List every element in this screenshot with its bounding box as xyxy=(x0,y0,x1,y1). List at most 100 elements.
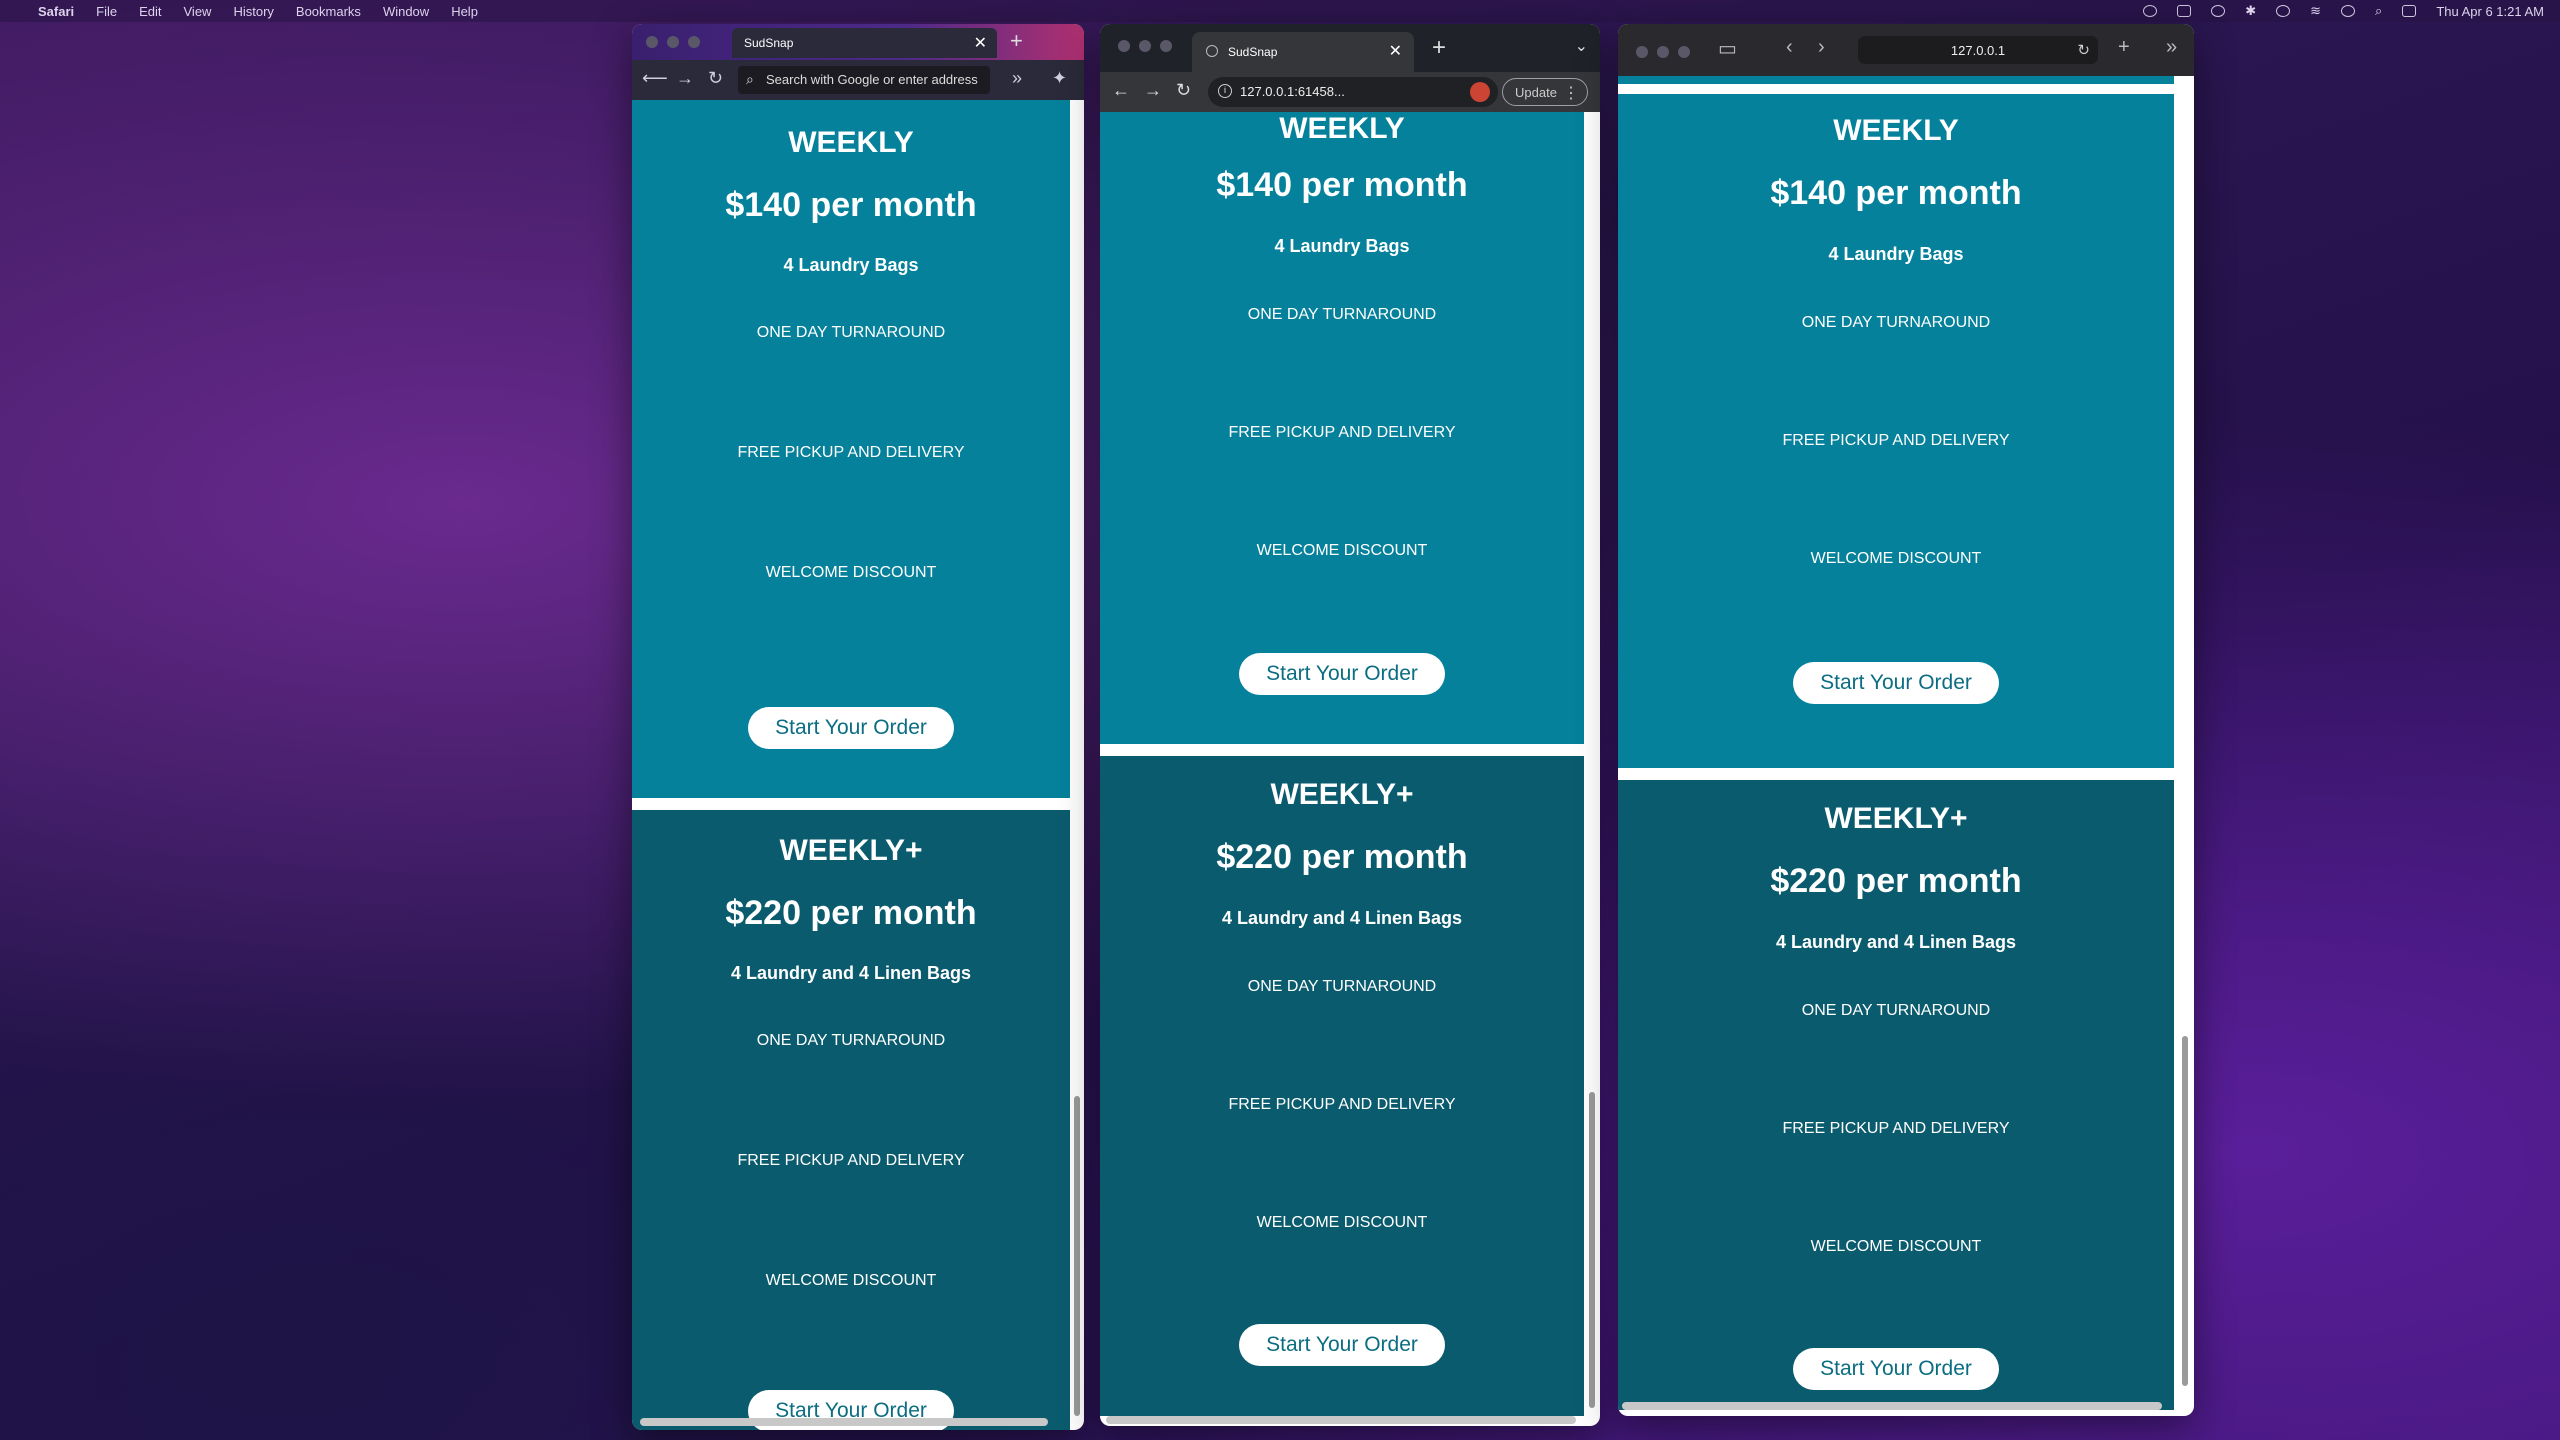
close-window-button[interactable] xyxy=(646,36,658,48)
menu-history[interactable]: History xyxy=(233,4,273,19)
chrome-toolbar: ← → ↻ i 127.0.0.1:61458... Update ⋮ xyxy=(1100,72,1600,112)
overflow-chevron-icon[interactable]: » xyxy=(2166,36,2177,59)
plan-price: $140 per month xyxy=(1216,166,1468,204)
overflow-chevron-icon[interactable]: » xyxy=(1012,68,1022,89)
vertical-scrollbar[interactable] xyxy=(1589,1092,1595,1408)
address-bar[interactable]: 127.0.0.1 ↻ xyxy=(1858,36,2098,64)
close-tab-icon[interactable]: ✕ xyxy=(974,33,987,53)
menu-edit[interactable]: Edit xyxy=(139,4,161,19)
plan-name: WEEKLY+ xyxy=(1824,802,1968,835)
plan-bags: 4 Laundry and 4 Linen Bags xyxy=(1221,908,1463,928)
site-info-icon[interactable]: i xyxy=(1218,84,1232,98)
plan-feature: ONE DAY TURNAROUND xyxy=(756,324,946,341)
vertical-scrollbar[interactable] xyxy=(2182,1036,2188,1386)
update-button[interactable]: Update ⋮ xyxy=(1502,78,1588,106)
control-center-icon[interactable] xyxy=(2402,5,2417,17)
address-placeholder: Search with Google or enter address xyxy=(766,72,978,87)
plan-bags: 4 Laundry Bags xyxy=(783,255,919,275)
back-icon[interactable]: ⟵ xyxy=(642,68,668,89)
menu-clock[interactable]: Thu Apr 6 1:21 AM xyxy=(2436,4,2544,19)
plan-card-weeklyplus: WEEKLY+ $220 per month 4 Laundry and 4 L… xyxy=(1100,756,1584,1416)
new-tab-button[interactable]: + xyxy=(1010,28,1023,54)
page-viewport: WEEKLY $140 per month 4 Laundry Bags ONE… xyxy=(1618,76,2194,1416)
tab-search-chevron-icon[interactable]: ⌄ xyxy=(1575,36,1588,56)
close-tab-icon[interactable]: ✕ xyxy=(1389,41,1402,61)
plan-feature: ONE DAY TURNAROUND xyxy=(1247,306,1437,323)
vertical-scrollbar[interactable] xyxy=(1074,1096,1080,1416)
menu-file[interactable]: File xyxy=(96,4,117,19)
firefox-toolbar: ⟵ → ↻ ⌕ Search with Google or enter addr… xyxy=(632,60,1084,100)
start-order-button[interactable]: Start Your Order xyxy=(1239,653,1445,695)
reload-icon[interactable]: ↻ xyxy=(1176,80,1191,101)
forward-icon[interactable]: → xyxy=(676,68,694,89)
reload-icon[interactable]: ↻ xyxy=(2077,41,2090,59)
tab-title: SudSnap xyxy=(744,36,794,50)
horizontal-scrollbar[interactable] xyxy=(1106,1416,1576,1424)
previous-card-edge xyxy=(1618,76,2174,84)
zoom-window-button[interactable] xyxy=(1160,40,1172,52)
reload-icon[interactable]: ↻ xyxy=(708,68,723,89)
screen-icon[interactable] xyxy=(2211,5,2226,17)
cloud-icon[interactable] xyxy=(2177,5,2192,17)
menu-bookmarks[interactable]: Bookmarks xyxy=(296,4,361,19)
chrome-tab-strip: SudSnap ✕ + ⌄ xyxy=(1100,24,1600,72)
address-bar[interactable]: ⌕ Search with Google or enter address xyxy=(738,66,990,94)
tab-sudsnap[interactable]: SudSnap ✕ xyxy=(1192,32,1414,72)
start-order-button[interactable]: Start Your Order xyxy=(1793,662,1999,704)
play-icon[interactable] xyxy=(2276,5,2291,17)
start-order-button[interactable]: Start Your Order xyxy=(1793,1348,1999,1390)
new-tab-button[interactable]: + xyxy=(2118,36,2130,59)
menu-window[interactable]: Window xyxy=(383,4,429,19)
back-icon[interactable]: ‹ xyxy=(1786,36,1793,59)
zoom-window-button[interactable] xyxy=(688,36,700,48)
plan-feature: WELCOME DISCOUNT xyxy=(765,564,937,581)
address-bar[interactable]: i 127.0.0.1:61458... xyxy=(1208,77,1498,107)
plan-feature: FREE PICKUP AND DELIVERY xyxy=(1228,424,1456,441)
plan-price: $220 per month xyxy=(1216,838,1468,876)
plan-feature: ONE DAY TURNAROUND xyxy=(1801,314,1991,331)
extension-icon[interactable] xyxy=(1470,82,1490,102)
zoom-window-button[interactable] xyxy=(1678,46,1690,58)
clock-icon[interactable] xyxy=(2341,5,2356,17)
window-controls xyxy=(1118,40,1172,52)
close-window-button[interactable] xyxy=(1636,46,1648,58)
back-icon[interactable]: ← xyxy=(1112,80,1130,101)
minimize-window-button[interactable] xyxy=(667,36,679,48)
search-icon[interactable]: ⌕ xyxy=(2375,3,2382,19)
forward-icon[interactable]: → xyxy=(1144,80,1162,101)
sidebar-icon[interactable]: ▭ xyxy=(1718,36,1737,61)
extensions-icon[interactable]: ✦ xyxy=(1052,68,1067,89)
update-label: Update xyxy=(1515,85,1557,100)
plan-feature: ONE DAY TURNAROUND xyxy=(756,1032,946,1049)
window-controls xyxy=(646,36,700,48)
plan-feature: FREE PICKUP AND DELIVERY xyxy=(1782,432,2010,449)
plan-name: WEEKLY+ xyxy=(779,834,923,867)
horizontal-scrollbar[interactable] xyxy=(640,1418,1048,1426)
safari-toolbar: ▭ ‹ › 127.0.0.1 ↻ + » xyxy=(1618,24,2194,76)
horizontal-scrollbar[interactable] xyxy=(1622,1402,2162,1410)
plan-feature: FREE PICKUP AND DELIVERY xyxy=(1782,1120,2010,1137)
menu-view[interactable]: View xyxy=(184,4,212,19)
start-order-button[interactable]: Start Your Order xyxy=(748,707,954,749)
menu-help[interactable]: Help xyxy=(451,4,478,19)
plan-name: WEEKLY+ xyxy=(1270,778,1414,811)
tab-sudsnap[interactable]: SudSnap ✕ xyxy=(732,28,997,58)
status-app-icon[interactable] xyxy=(2143,5,2158,17)
plan-feature: WELCOME DISCOUNT xyxy=(1810,1238,1982,1255)
start-order-button[interactable]: Start Your Order xyxy=(1239,1324,1445,1366)
menu-app-name[interactable]: Safari xyxy=(38,4,74,19)
forward-icon[interactable]: › xyxy=(1818,36,1825,59)
bluetooth-icon[interactable]: ✱ xyxy=(2245,3,2256,19)
new-tab-button[interactable]: + xyxy=(1432,34,1446,62)
more-menu-icon[interactable]: ⋮ xyxy=(1563,83,1579,103)
plan-feature: WELCOME DISCOUNT xyxy=(765,1272,937,1289)
minimize-window-button[interactable] xyxy=(1139,40,1151,52)
wifi-icon[interactable]: ≋ xyxy=(2310,3,2321,19)
plan-card-weeklyplus: WEEKLY+ $220 per month 4 Laundry and 4 L… xyxy=(1618,780,2174,1410)
minimize-window-button[interactable] xyxy=(1657,46,1669,58)
plan-feature: FREE PICKUP AND DELIVERY xyxy=(737,444,965,461)
close-window-button[interactable] xyxy=(1118,40,1130,52)
plan-price: $220 per month xyxy=(725,894,977,932)
plan-price: $140 per month xyxy=(1770,174,2022,212)
plan-price: $140 per month xyxy=(725,186,977,224)
